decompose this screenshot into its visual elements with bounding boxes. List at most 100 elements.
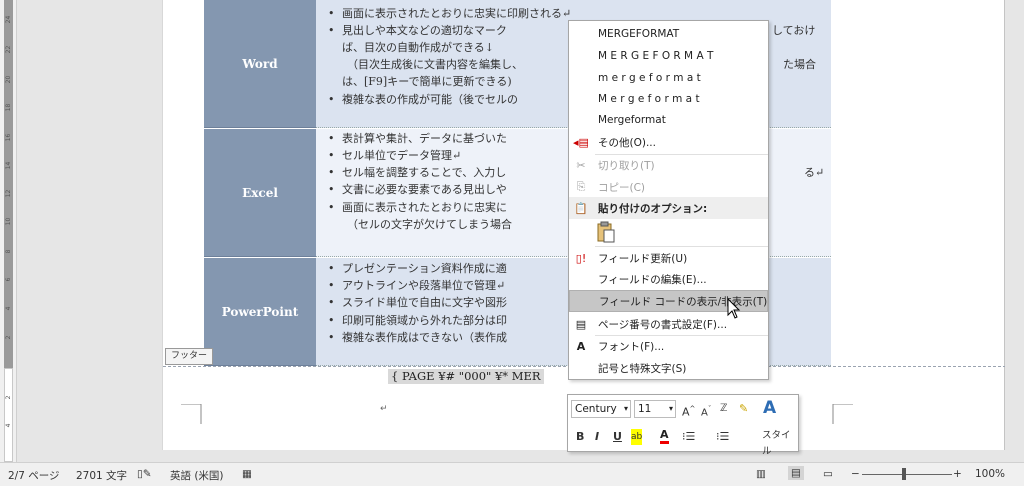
vertical-ruler[interactable]: 24 22 20 18 16 14 12 10 8 6 4 2 2 4: [0, 0, 17, 462]
text-line: （セルの文字が欠けてしまう場合: [347, 218, 512, 231]
text-line: は、[F9]キーで簡単に更新できる): [342, 75, 512, 88]
styles-icon[interactable]: A: [763, 397, 776, 419]
font-name-value: Century: [575, 403, 617, 415]
zoom-slider[interactable]: [862, 474, 952, 475]
menu-item-label: コピー(C): [598, 181, 646, 194]
menu-item-mergeformat-spaced-title[interactable]: M e r g e f o r m a t: [569, 88, 768, 110]
bullet-line: スライド単位で自由に文字や図形: [328, 296, 507, 310]
ruler-number: 18: [5, 103, 12, 112]
menu-item-label: フィールドの編集(E)...: [598, 273, 707, 286]
macro-record-icon[interactable]: ▦: [242, 468, 252, 480]
ruler-number: 2: [5, 335, 12, 340]
font-size-dropdown[interactable]: 11 ▾: [634, 400, 676, 418]
table-header-cell[interactable]: PowerPoint: [204, 258, 316, 366]
bullet-line: 画面に表示されたとおりに忠実に印刷される↵: [328, 7, 571, 21]
page-background-right: [1005, 0, 1024, 462]
grow-font-button[interactable]: A^: [682, 401, 695, 419]
ruler-number: 2: [5, 395, 12, 400]
menu-item-update-field[interactable]: ▯! フィールド更新(U): [569, 247, 768, 269]
footer-tag[interactable]: フッター: [165, 348, 214, 365]
menu-item-label: m e r g e f o r m a t: [598, 72, 701, 84]
paste-option-icon: [597, 221, 615, 243]
row-header-word: Word: [242, 56, 278, 71]
page-field-code[interactable]: { PAGE ¥# "000" ¥* MER: [388, 369, 544, 384]
bullet-line: プレゼンテーション資料作成に適: [328, 262, 507, 276]
zoom-slider-thumb[interactable]: [902, 468, 906, 480]
language-indicator[interactable]: 英語 (米国): [170, 468, 224, 483]
ruler-number: 4: [5, 423, 12, 428]
menu-item-label: その他(O)...: [598, 136, 656, 149]
menu-section-paste-options: 📋 貼り付けのオプション:: [569, 197, 768, 219]
ruler-number: 4: [5, 306, 12, 311]
bullet-line: 表計算や集計、データに基づいた: [328, 132, 507, 146]
grow-font-label: A: [682, 405, 690, 419]
word-count[interactable]: 2701 文字: [76, 468, 127, 483]
menu-item-mergeformat-title[interactable]: Mergeformat: [569, 109, 768, 131]
menu-item-label: ページ番号の書式設定(F)...: [598, 318, 728, 331]
menu-item-paste-option[interactable]: [569, 219, 768, 245]
menu-item-font[interactable]: A フォント(F)...: [569, 335, 768, 357]
text-line: しておけ: [772, 24, 816, 37]
bullet-line: アウトラインや段落単位で管理↵: [328, 279, 505, 293]
menu-item-symbols[interactable]: 記号と特殊文字(S): [569, 357, 768, 379]
table-header-cell[interactable]: Word: [204, 0, 316, 128]
copy-icon: ⎘: [576, 180, 586, 193]
page-count[interactable]: 2/7 ページ: [8, 468, 60, 483]
ruler-number: 8: [5, 249, 12, 254]
phonetic-guide-icon[interactable]: ℤ: [720, 401, 727, 417]
ruler-number: 20: [5, 75, 12, 84]
ruler-number: 12: [5, 189, 12, 198]
styles-button[interactable]: スタイル: [762, 428, 798, 457]
ruler-number: 16: [5, 133, 12, 142]
shrink-font-button[interactable]: Aˇ: [701, 401, 711, 419]
menu-item-mergeformat-spaced-lower[interactable]: m e r g e f o r m a t: [569, 67, 768, 89]
format-painter-icon[interactable]: ✎: [739, 401, 748, 417]
ruler-number: 24: [5, 15, 12, 24]
highlight-color-icon[interactable]: ab: [631, 429, 643, 445]
menu-item-edit-field[interactable]: フィールドの編集(E)...: [569, 268, 768, 290]
paste-icon: 📋: [574, 201, 588, 215]
mini-toolbar: Century ▾ 11 ▾ A^ Aˇ ℤ ✎ A スタイル B I U ab A…: [567, 394, 799, 457]
bullet-line: 文書に必要な要素である見出しや: [328, 183, 507, 197]
table-header-cell[interactable]: Excel: [204, 129, 316, 257]
text-line: ば、目次の自動作成ができる↓: [342, 41, 494, 54]
menu-item-label: 貼り付けのオプション:: [598, 202, 708, 215]
ruler-text-area: [4, 368, 13, 462]
text-line: る↵: [804, 166, 825, 179]
crop-mark-icon: [181, 404, 202, 424]
menu-item-label: フィールド コードの表示/非表示(T): [599, 295, 768, 308]
web-layout-icon[interactable]: ▭: [823, 468, 833, 480]
font-name-dropdown[interactable]: Century ▾: [571, 400, 631, 418]
menu-item-mergeformat-upper[interactable]: MERGEFORMAT: [569, 23, 768, 45]
bullet-line: セル幅を調整することで、入力し: [328, 166, 506, 180]
bold-button[interactable]: B: [576, 429, 584, 445]
font-color-icon[interactable]: A: [660, 429, 669, 444]
text-line: （目次生成後に文書内容を編集し、: [347, 58, 523, 71]
crop-mark-icon: [832, 404, 853, 424]
update-field-icon: ▯!: [575, 251, 587, 265]
menu-item-label: M E R G E F O R M A T: [598, 50, 714, 62]
zoom-level[interactable]: 100%: [975, 468, 1005, 480]
row-header-excel: Excel: [242, 185, 278, 200]
menu-item-label: 記号と特殊文字(S): [598, 362, 687, 375]
bullets-icon[interactable]: ⁝☰: [682, 429, 695, 445]
zoom-out-button[interactable]: −: [851, 468, 860, 480]
underline-button[interactable]: U: [613, 429, 622, 445]
numbering-icon[interactable]: ⁝☰: [716, 429, 729, 445]
shrink-font-label: A: [701, 407, 708, 419]
menu-item-copy[interactable]: ⎘ コピー(C): [569, 176, 768, 198]
bullet-line: 画面に表示されたとおりに忠実に: [328, 201, 507, 215]
proofing-icon[interactable]: ▯✎: [137, 468, 152, 480]
bullet-line: 印刷可能領域から外れた部分は印: [328, 314, 507, 328]
font-size-value: 11: [638, 403, 652, 415]
zoom-in-button[interactable]: +: [953, 468, 962, 480]
menu-item-cut[interactable]: ✂ 切り取り(T): [569, 154, 768, 176]
ruler-number: 6: [5, 277, 12, 282]
print-layout-icon[interactable]: ▤: [788, 466, 804, 480]
menu-item-more[interactable]: ◂▤ その他(O)...: [569, 131, 768, 153]
menu-item-mergeformat-spaced-upper[interactable]: M E R G E F O R M A T: [569, 45, 768, 67]
italic-button[interactable]: I: [595, 429, 599, 445]
page-number-format-icon: ▤: [575, 317, 587, 331]
read-mode-icon[interactable]: ▥: [756, 468, 766, 480]
bullet-line: 見出しや本文などの適切なマーク: [328, 24, 507, 38]
